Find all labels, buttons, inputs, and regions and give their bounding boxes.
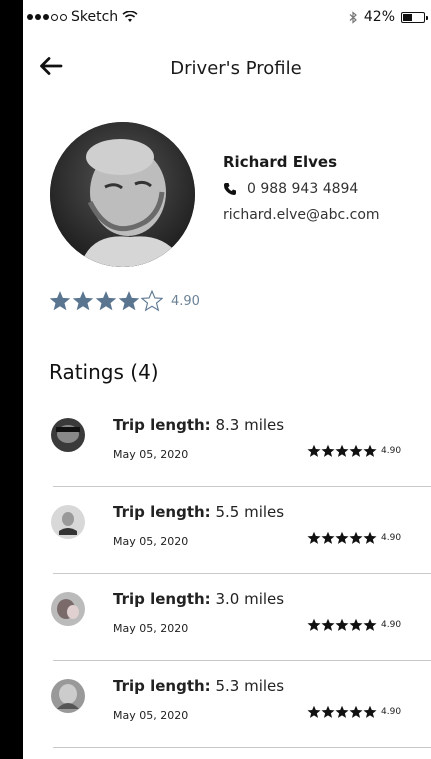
row-rating: 4.90 (307, 531, 401, 545)
star-filled-icon (335, 705, 349, 718)
star-filled-icon (321, 531, 335, 544)
star-filled-icon (118, 291, 140, 311)
star-filled-icon (95, 291, 117, 311)
trip-length: Trip length: 5.5 miles (113, 503, 284, 521)
trip-label: Trip length: (113, 677, 211, 695)
star-filled-icon (49, 291, 71, 311)
rating-row[interactable]: Trip length: 3.0 miles May 05, 2020 4.90 (23, 574, 431, 661)
star-filled-icon (307, 444, 321, 457)
star-filled-icon (335, 531, 349, 544)
bluetooth-icon (349, 10, 357, 24)
row-rating-value: 4.90 (381, 446, 402, 456)
star-filled-icon (307, 705, 321, 718)
star-filled-icon (363, 705, 377, 718)
trip-value: 3.0 miles (215, 590, 285, 608)
rating-row[interactable]: Trip length: 5.5 miles May 05, 2020 4.90 (23, 487, 431, 574)
rider-avatar (51, 505, 85, 539)
star-filled-icon (363, 444, 377, 457)
row-rating: 4.90 (307, 618, 401, 632)
status-bar: Sketch 42% (23, 0, 431, 34)
row-stars (307, 705, 377, 719)
row-rating: 4.90 (307, 444, 401, 458)
trip-value: 8.3 miles (215, 416, 285, 434)
star-filled-icon (349, 531, 363, 544)
ratings-heading: Ratings (4) (49, 360, 159, 384)
row-stars (307, 531, 377, 545)
rider-avatar (51, 418, 85, 452)
star-filled-icon (72, 291, 94, 311)
star-filled-icon (307, 618, 321, 631)
trip-value: 5.3 miles (215, 677, 285, 695)
trip-length: Trip length: 3.0 miles (113, 590, 284, 608)
trip-label: Trip length: (113, 416, 211, 434)
driver-info: Richard Elves 0 988 943 4894 richard.elv… (223, 153, 380, 223)
driver-email[interactable]: richard.elve@abc.com (223, 207, 380, 223)
row-stars (307, 618, 377, 632)
driver-phone: 0 988 943 4894 (247, 181, 359, 197)
rating-row[interactable]: Trip length: 8.3 miles May 05, 2020 4.90 (23, 400, 431, 487)
phone-icon (224, 183, 236, 195)
trip-length: Trip length: 5.3 miles (113, 677, 284, 695)
star-filled-icon (307, 531, 321, 544)
trip-date: May 05, 2020 (113, 535, 189, 548)
star-filled-icon (363, 618, 377, 631)
star-filled-icon (349, 618, 363, 631)
phone-row[interactable]: 0 988 943 4894 (223, 181, 380, 197)
row-rating: 4.90 (307, 705, 401, 719)
trip-label: Trip length: (113, 590, 211, 608)
status-left: Sketch (27, 9, 138, 25)
row-rating-value: 4.90 (381, 707, 402, 717)
row-stars (307, 444, 377, 458)
carrier-name: Sketch (71, 9, 119, 25)
overall-rating-value: 4.90 (171, 293, 200, 309)
star-filled-icon (321, 444, 335, 457)
star-filled-icon (349, 705, 363, 718)
row-rating-value: 4.90 (381, 533, 402, 543)
rider-avatar (51, 679, 85, 713)
trip-date: May 05, 2020 (113, 709, 189, 722)
row-divider (53, 747, 431, 748)
rating-row[interactable]: Trip length: 5.3 miles May 05, 2020 4.90 (23, 661, 431, 748)
signal-strength-icon (27, 13, 67, 21)
wifi-icon (122, 11, 138, 22)
status-right: 42% (349, 9, 428, 25)
trip-date: May 05, 2020 (113, 448, 189, 461)
star-filled-icon (321, 705, 335, 718)
star-filled-icon (335, 618, 349, 631)
driver-name: Richard Elves (223, 153, 338, 171)
star-filled-icon (349, 444, 363, 457)
trip-length: Trip length: 8.3 miles (113, 416, 284, 434)
battery-percent: 42% (363, 9, 395, 25)
trip-label: Trip length: (113, 503, 211, 521)
overall-stars (49, 290, 163, 312)
driver-avatar (50, 122, 195, 267)
rider-avatar (51, 592, 85, 626)
star-filled-icon (335, 444, 349, 457)
star-empty-icon (141, 290, 163, 312)
page-title: Driver's Profile (170, 58, 302, 79)
nav-bar: Driver's Profile (23, 46, 431, 90)
row-rating-value: 4.90 (381, 620, 402, 630)
battery-icon (401, 11, 428, 23)
driver-profile-screen: Sketch 42% Driver's Profile Richard Elve… (23, 0, 431, 759)
overall-rating: 4.90 (49, 290, 200, 312)
ratings-list: Trip length: 8.3 miles May 05, 2020 4.90… (23, 400, 431, 748)
trip-date: May 05, 2020 (113, 622, 189, 635)
star-filled-icon (321, 618, 335, 631)
trip-value: 5.5 miles (215, 503, 285, 521)
star-filled-icon (363, 531, 377, 544)
